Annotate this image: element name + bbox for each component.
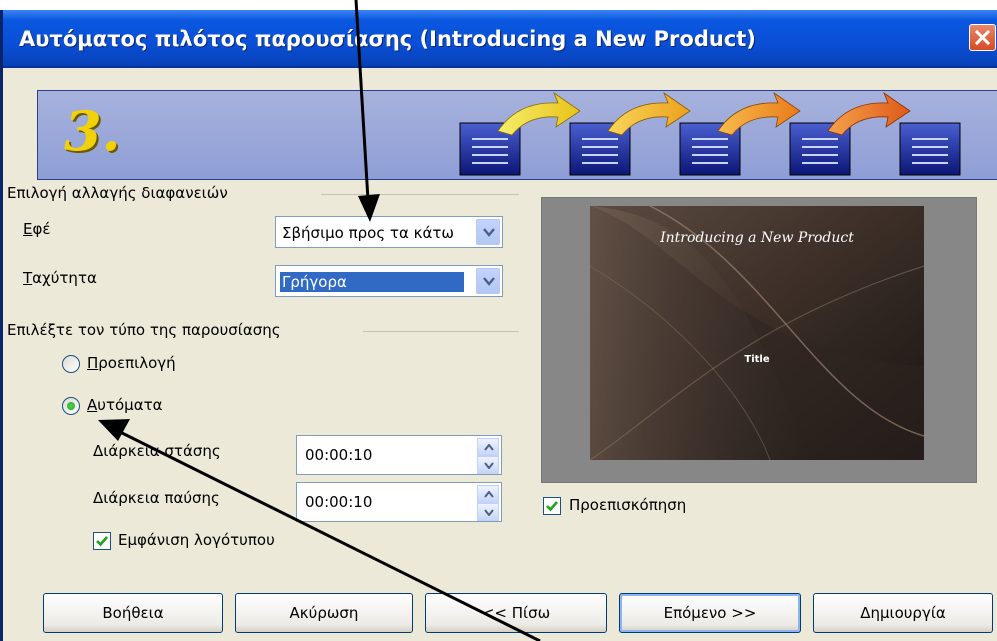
- default-radio[interactable]: [62, 355, 80, 373]
- duration-spin-buttons[interactable]: [477, 438, 499, 474]
- checkmark-icon: [96, 536, 108, 547]
- duration-increment-button[interactable]: [477, 438, 499, 456]
- step-banner: 3.: [37, 90, 997, 180]
- cancel-button[interactable]: Ακύρωση: [235, 593, 413, 633]
- duration-decrement-button[interactable]: [477, 456, 499, 474]
- speed-dropdown-button[interactable]: [476, 268, 500, 294]
- transition-group-label: Επιλογή αλλαγής διαφανειών: [7, 184, 234, 202]
- preview-panel: Introducing a New Product Title: [541, 197, 977, 483]
- effect-select[interactable]: Σβήσιμο προς τα κάτω: [275, 216, 503, 248]
- default-radio-label[interactable]: Προεπιλογή: [87, 354, 176, 372]
- show-logo-label[interactable]: Εμφάνιση λογότυπου: [118, 531, 275, 549]
- chevron-down-icon: [483, 228, 495, 237]
- effect-select-value: Σβήσιμο προς τα κάτω: [282, 224, 454, 242]
- next-button[interactable]: Επόμενο >>: [619, 593, 801, 633]
- pause-spin-buttons[interactable]: [477, 485, 499, 521]
- preview-label[interactable]: Προεπισκόπηση: [569, 496, 686, 514]
- pause-decrement-button[interactable]: [477, 503, 499, 521]
- back-button[interactable]: << Πίσω: [425, 593, 607, 633]
- autopilot-dialog: Αυτόματος πιλότος παρουσίασης (Introduci…: [0, 10, 997, 641]
- transition-group-divider: [321, 194, 519, 195]
- effect-label: Εφέ: [23, 220, 51, 238]
- help-button[interactable]: Βοήθεια: [43, 593, 223, 633]
- pause-spinbox[interactable]: 00:00:10: [296, 482, 502, 522]
- stage-pages: [459, 122, 961, 176]
- pause-value: 00:00:10: [305, 493, 373, 511]
- checkmark-icon: [546, 501, 558, 512]
- type-group-label: Επιλέξτε τον τύπο της παρουσίασης: [7, 321, 287, 339]
- speed-select-value: Γρήγορα: [280, 272, 464, 292]
- close-button[interactable]: [969, 24, 996, 51]
- radio-selected-dot: [67, 402, 75, 410]
- chevron-down-icon: [483, 277, 495, 286]
- wizard-stages-graphic: [459, 91, 961, 176]
- slide-title: Introducing a New Product: [660, 230, 854, 246]
- duration-spinbox[interactable]: 00:00:10: [296, 435, 502, 475]
- show-logo-checkbox[interactable]: [93, 532, 111, 550]
- window-title: Αυτόματος πιλότος παρουσίασης (Introduci…: [19, 27, 756, 51]
- auto-radio[interactable]: [62, 397, 80, 415]
- duration-value: 00:00:10: [305, 446, 373, 464]
- pause-increment-button[interactable]: [477, 485, 499, 503]
- create-button[interactable]: Δημιουργία: [813, 593, 993, 633]
- chevron-down-icon: [484, 509, 494, 516]
- speed-label: Ταχύτητα: [23, 269, 97, 287]
- chevron-up-icon: [484, 444, 494, 451]
- close-icon: [974, 29, 991, 46]
- preview-checkbox[interactable]: [543, 497, 561, 515]
- chevron-down-icon: [484, 462, 494, 469]
- title-bar[interactable]: Αυτόματος πιλότος παρουσίασης (Introduci…: [3, 10, 997, 68]
- slide-subtitle: Title: [744, 354, 770, 365]
- type-group-divider: [363, 331, 519, 332]
- effect-dropdown-button[interactable]: [476, 219, 500, 245]
- pause-label: Διάρκεια παύσης: [93, 489, 220, 507]
- auto-radio-label[interactable]: Αυτόματα: [87, 396, 163, 414]
- slide-thumbnail: Introducing a New Product Title: [590, 206, 924, 460]
- speed-select[interactable]: Γρήγορα: [275, 265, 503, 297]
- duration-label: Διάρκεια στάσης: [93, 442, 221, 460]
- chevron-up-icon: [484, 491, 494, 498]
- step-number: 3.: [64, 99, 121, 163]
